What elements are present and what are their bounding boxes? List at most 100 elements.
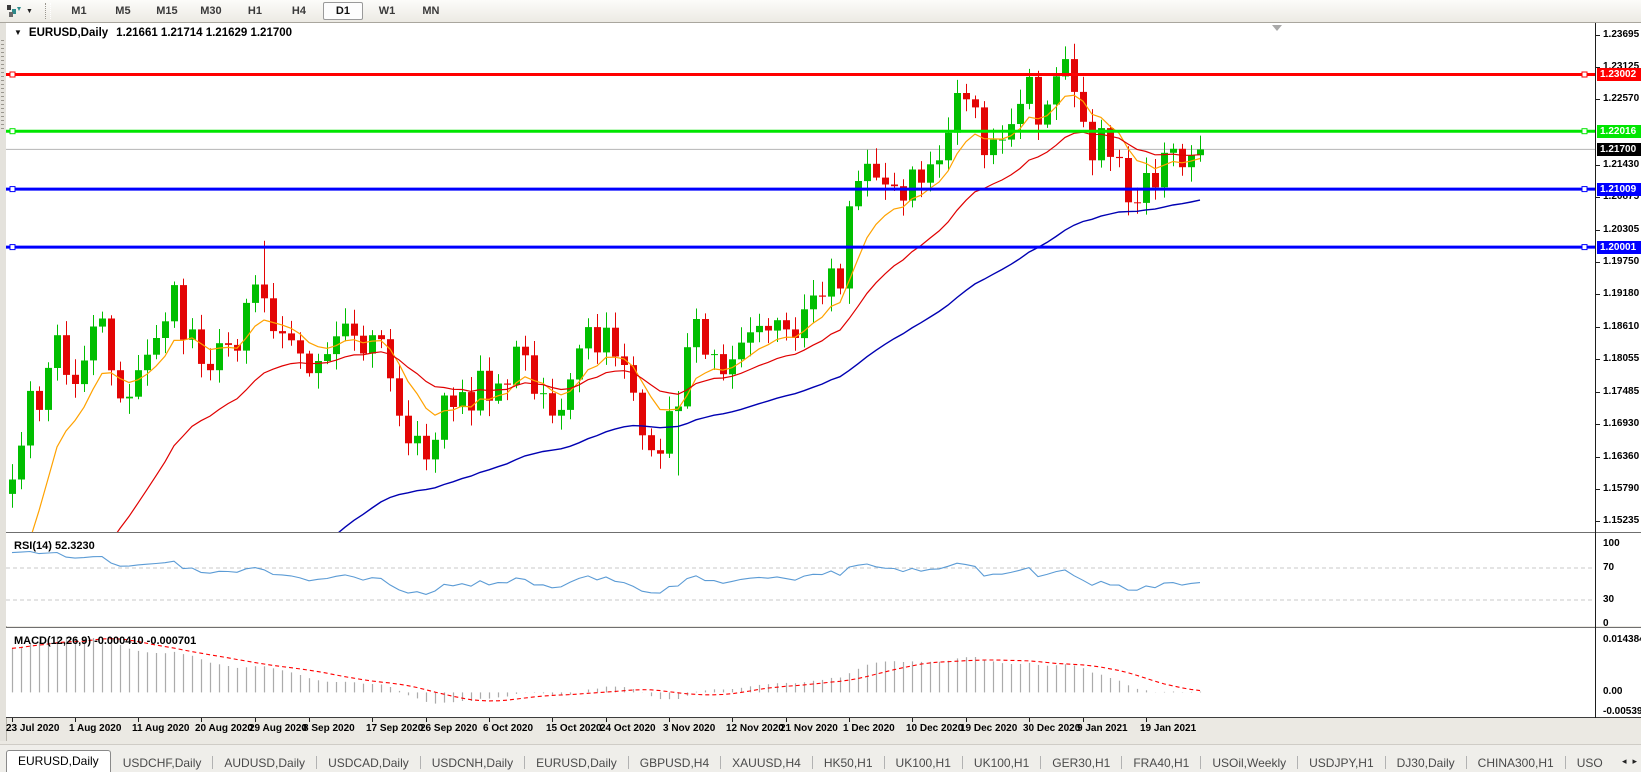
rsi-indicator-panel[interactable] — [6, 537, 1641, 626]
date-tick — [912, 718, 913, 722]
chart-tab-uk100-h1[interactable]: UK100,H1 — [963, 753, 1040, 772]
macd-tick-label: -0.005396 — [1603, 706, 1641, 718]
timeframe-button-d1[interactable]: D1 — [323, 2, 363, 20]
macd-indicator-panel[interactable] — [6, 632, 1641, 717]
timeframe-button-m1[interactable]: M1 — [59, 2, 99, 20]
date-tick — [138, 718, 139, 722]
price-tick — [1596, 359, 1600, 360]
date-tick — [606, 718, 607, 722]
chart-menu-triangle-icon[interactable]: ▼ — [14, 28, 22, 37]
trading-terminal: ▼ M1M5M15M30H1H4D1W1MN ▼ EURUSD,Daily 1.21… — [0, 0, 1641, 772]
date-tick-label: 12 Nov 2020 — [726, 723, 784, 734]
chart-title: ▼EURUSD,Daily1.21661 1.21714 1.21629 1.2… — [14, 27, 292, 39]
timeframe-button-h4[interactable]: H4 — [279, 2, 319, 20]
date-tick — [426, 718, 427, 722]
hline-price-badge: 1.23002 — [1597, 68, 1641, 81]
date-tick-label: 26 Sep 2020 — [420, 723, 477, 734]
price-tick-label: 1.23695 — [1603, 29, 1641, 41]
date-tick — [12, 718, 13, 722]
top-toolbar: ▼ M1M5M15M30H1H4D1W1MN — [0, 0, 1641, 23]
chart-tab-dj30-daily[interactable]: DJ30,Daily — [1386, 753, 1466, 772]
price-tick-label: 1.15790 — [1603, 483, 1641, 495]
timeframe-button-m15[interactable]: M15 — [147, 2, 187, 20]
date-tick-label: 21 Nov 2020 — [780, 723, 838, 734]
price-tick-label: 1.16360 — [1603, 451, 1641, 463]
chart-symbol-label: EURUSD,Daily — [29, 27, 108, 39]
hline-1.23002[interactable] — [6, 72, 1595, 77]
date-tick — [1146, 718, 1147, 722]
date-tick — [552, 718, 553, 722]
date-axis[interactable]: 23 Jul 20201 Aug 202011 Aug 202020 Aug 2… — [0, 718, 1641, 742]
date-tick — [201, 718, 202, 722]
price-tick-label: 1.17485 — [1603, 386, 1641, 398]
price-tick — [1596, 262, 1600, 263]
price-tick — [1596, 230, 1600, 231]
timeframe-button-m5[interactable]: M5 — [103, 2, 143, 20]
chart-shift-marker-icon[interactable] — [1272, 25, 1282, 31]
tab-scroll-right-icon[interactable]: ▸ — [1632, 749, 1637, 772]
chart-tab-eurusd-daily[interactable]: EURUSD,Daily — [525, 753, 628, 772]
date-tick — [849, 718, 850, 722]
date-tick-label: 15 Oct 2020 — [546, 723, 602, 734]
chart-tab-usdcad-daily[interactable]: USDCAD,Daily — [317, 753, 420, 772]
chart-tab-audusd-daily[interactable]: AUDUSD,Daily — [213, 753, 316, 772]
timeframe-button-h1[interactable]: H1 — [235, 2, 275, 20]
price-tick — [1596, 99, 1600, 100]
hline-price-badge: 1.20001 — [1597, 241, 1641, 254]
date-tick — [372, 718, 373, 722]
tab-scroll-left-icon[interactable]: ◂ — [1622, 749, 1627, 772]
rsi-line — [12, 552, 1200, 595]
timeframe-button-w1[interactable]: W1 — [367, 2, 407, 20]
date-tick-label: 30 Dec 2020 — [1023, 723, 1080, 734]
chart-tab-bar: EURUSD,DailyUSDCHF,DailyAUDUSD,DailyUSDC… — [0, 744, 1641, 772]
date-tick — [669, 718, 670, 722]
chart-tab-eurusd-daily[interactable]: EURUSD,Daily — [6, 750, 111, 772]
chart-tab-xauusd-h4[interactable]: XAUUSD,H4 — [721, 753, 812, 772]
price-tick — [1596, 35, 1600, 36]
chart-tab-usdchf-daily[interactable]: USDCHF,Daily — [112, 753, 213, 772]
date-tick-label: 24 Oct 2020 — [600, 723, 656, 734]
current-price-badge: 1.21700 — [1597, 143, 1641, 156]
chart-tab-hk50-h1[interactable]: HK50,H1 — [813, 753, 884, 772]
timeframe-button-m30[interactable]: M30 — [191, 2, 231, 20]
date-tick — [255, 718, 256, 722]
ma-slow-line — [12, 200, 1200, 532]
price-tick — [1596, 424, 1600, 425]
price-chart-plot-area[interactable] — [6, 23, 1641, 532]
timeframe-button-mn[interactable]: MN — [411, 2, 451, 20]
date-tick-label: 1 Aug 2020 — [69, 723, 121, 734]
chart-tab-uk100-h1[interactable]: UK100,H1 — [885, 753, 962, 772]
hline-1.21009[interactable] — [6, 187, 1595, 192]
chart-tabs: EURUSD,DailyUSDCHF,DailyAUDUSD,DailyUSDC… — [0, 749, 1603, 772]
price-tick — [1596, 165, 1600, 166]
date-tick — [309, 718, 310, 722]
macd-tick-label: 0.00 — [1603, 686, 1641, 698]
hline-1.20001[interactable] — [6, 245, 1595, 250]
date-tick-label: 8 Sep 2020 — [303, 723, 355, 734]
rsi-tick-label: 30 — [1603, 594, 1641, 606]
chart-tab-china300-h1[interactable]: CHINA300,H1 — [1467, 753, 1565, 772]
chart-tab-usoil[interactable]: USOil, — [1566, 753, 1603, 772]
price-tick-label: 1.19750 — [1603, 256, 1641, 268]
chart-tab-gbpusd-h4[interactable]: GBPUSD,H4 — [629, 753, 720, 772]
hline-1.22016[interactable] — [6, 129, 1595, 134]
chart-tab-usoil-weekly[interactable]: USOil,Weekly — [1201, 753, 1297, 772]
date-tick — [1083, 718, 1084, 722]
chart-tab-fra40-h1[interactable]: FRA40,H1 — [1122, 753, 1200, 772]
date-tick-label: 10 Dec 2020 — [906, 723, 963, 734]
chart-tab-usdjpy-h1[interactable]: USDJPY,H1 — [1298, 753, 1384, 772]
date-tick — [75, 718, 76, 722]
date-tick-label: 17 Sep 2020 — [366, 723, 423, 734]
chart-tab-usdcnh-daily[interactable]: USDCNH,Daily — [421, 753, 524, 772]
hline-price-badge: 1.22016 — [1597, 125, 1641, 138]
price-axis[interactable]: 1.236951.231251.225701.214301.208751.203… — [1595, 23, 1641, 718]
charts-profile-icon[interactable]: ▼ — [2, 2, 37, 20]
timeframe-toolbar: M1M5M15M30H1H4D1W1MN — [57, 2, 453, 20]
price-tick — [1596, 197, 1600, 198]
macd-indicator-label: MACD(12,26,9) -0.000410 -0.000701 — [14, 635, 196, 647]
price-tick-label: 1.18610 — [1603, 321, 1641, 333]
chart-tab-ger30-h1[interactable]: GER30,H1 — [1041, 753, 1121, 772]
date-tick-label: 3 Nov 2020 — [663, 723, 715, 734]
chevron-down-icon: ▼ — [26, 8, 33, 15]
price-tick-label: 1.22570 — [1603, 93, 1641, 105]
